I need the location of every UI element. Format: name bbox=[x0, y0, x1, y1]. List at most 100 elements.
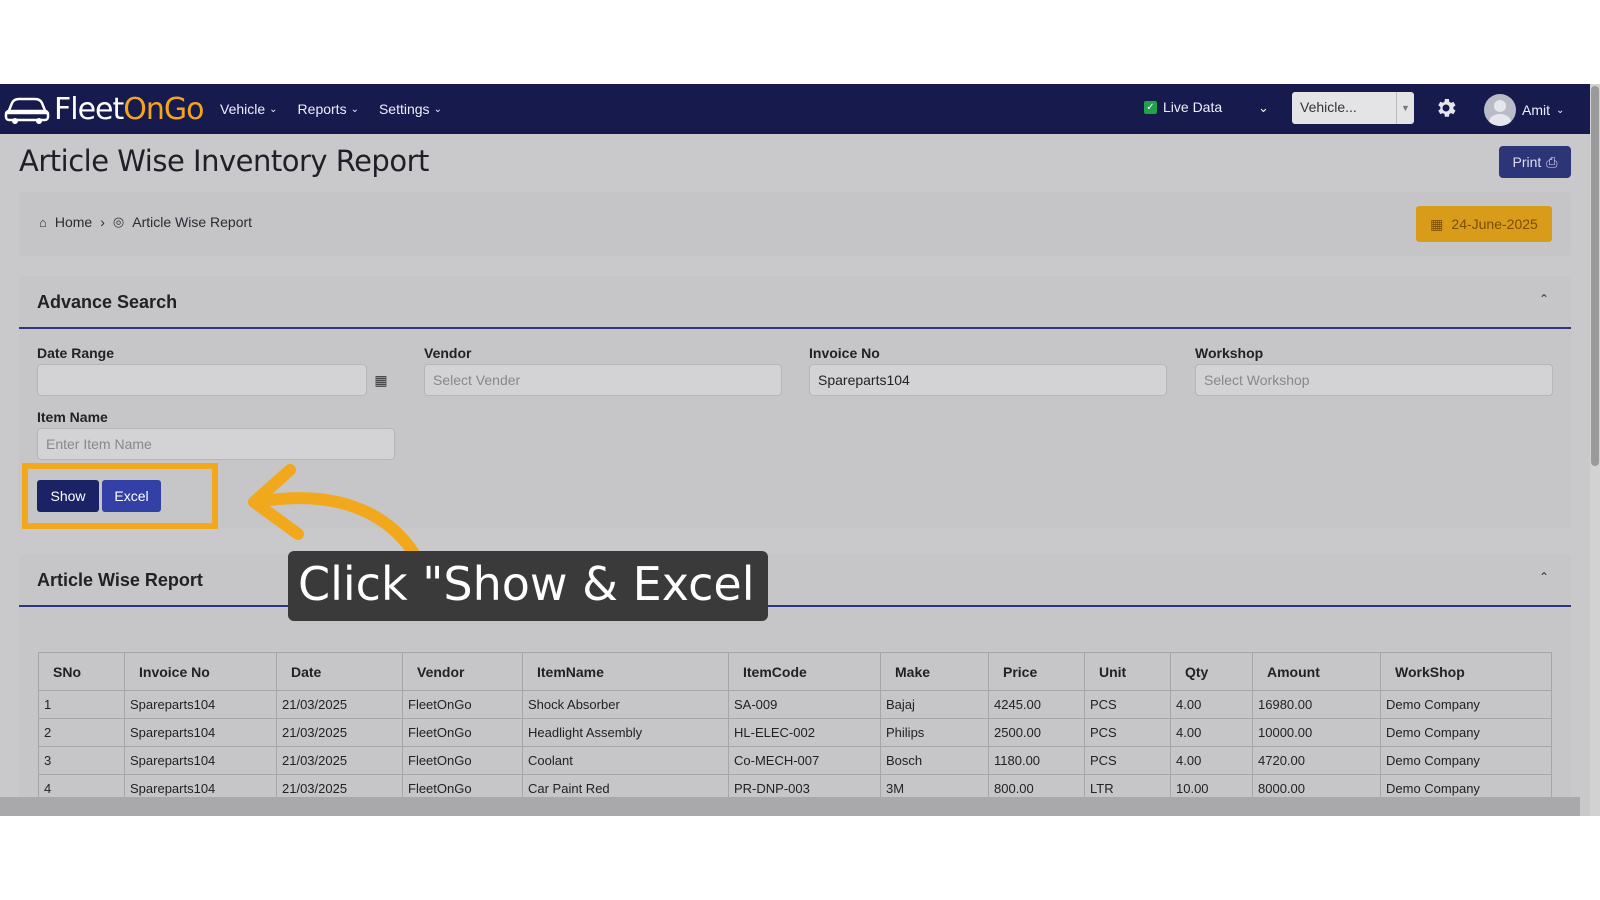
table-row[interactable]: 1 Spareparts104 21/03/2025 FleetOnGo Sho… bbox=[38, 690, 1552, 719]
table-cell: FleetOnGo bbox=[402, 718, 523, 747]
column-header[interactable]: SNo bbox=[38, 652, 125, 691]
vehicle-select[interactable]: Vehicle... ▼ bbox=[1292, 92, 1414, 124]
table-cell: 4720.00 bbox=[1252, 746, 1381, 775]
top-navbar: FleetOnGo Vehicle ⌄ Reports ⌄ Settings ⌄ ✓ … bbox=[0, 84, 1590, 134]
chevron-down-icon: ⌄ bbox=[269, 103, 278, 115]
advance-search-header[interactable]: Advance Search ⌃ bbox=[19, 276, 1571, 329]
page-title: Article Wise Inventory Report bbox=[19, 144, 429, 178]
highlight-box bbox=[22, 463, 218, 529]
column-header[interactable]: ItemCode bbox=[728, 652, 881, 691]
breadcrumb: ⌂ Home › ◎ Article Wise Report bbox=[39, 214, 252, 230]
table-cell: Coolant bbox=[522, 746, 729, 775]
table-body: 1 Spareparts104 21/03/2025 FleetOnGo Sho… bbox=[38, 690, 1552, 803]
chevron-down-icon: ⌄ bbox=[350, 103, 359, 115]
home-icon: ⌂ bbox=[39, 214, 47, 230]
menu-settings[interactable]: Settings ⌄ bbox=[379, 101, 442, 117]
user-menu[interactable]: Amit ⌄ bbox=[1484, 94, 1564, 126]
table-cell: 21/03/2025 bbox=[276, 718, 403, 747]
calendar-icon: ▦ bbox=[1430, 215, 1444, 232]
table-cell: Demo Company bbox=[1380, 690, 1552, 719]
table-cell: Philips bbox=[880, 718, 989, 747]
breadcrumb-current: Article Wise Report bbox=[132, 214, 253, 230]
select-arrow-icon: ▼ bbox=[1396, 92, 1414, 124]
table-row[interactable]: 2 Spareparts104 21/03/2025 FleetOnGo Hea… bbox=[38, 718, 1552, 747]
table-cell: PCS bbox=[1084, 690, 1171, 719]
checkbox-checked-icon[interactable]: ✓ bbox=[1144, 100, 1157, 114]
live-data-toggle[interactable]: ✓ Live Data bbox=[1144, 99, 1222, 115]
horizontal-scrollbar[interactable] bbox=[0, 797, 1580, 816]
logo-text: FleetOnGo bbox=[54, 91, 205, 127]
table-cell: 4.00 bbox=[1170, 718, 1253, 747]
app-viewport: FleetOnGo Vehicle ⌄ Reports ⌄ Settings ⌄ ✓ … bbox=[0, 84, 1590, 816]
column-header[interactable]: Invoice No bbox=[124, 652, 277, 691]
printer-icon: ⎙ bbox=[1546, 153, 1558, 170]
main-menu: Vehicle ⌄ Reports ⌄ Settings ⌄ bbox=[220, 84, 442, 134]
avatar bbox=[1484, 94, 1516, 126]
table-cell: 4245.00 bbox=[988, 690, 1085, 719]
chevron-up-icon[interactable]: ⌃ bbox=[1539, 570, 1549, 584]
gear-icon[interactable] bbox=[1434, 96, 1458, 120]
vehicle-select-value: Vehicle... bbox=[1300, 99, 1357, 115]
column-header[interactable]: Amount bbox=[1252, 652, 1381, 691]
table-cell: Spareparts104 bbox=[124, 718, 277, 747]
vertical-scrollbar[interactable] bbox=[1590, 84, 1600, 816]
chevron-down-icon: ⌄ bbox=[433, 103, 442, 115]
chevron-down-icon: ⌄ bbox=[1556, 104, 1565, 116]
invoice-input[interactable]: Spareparts104 bbox=[809, 364, 1167, 396]
column-header[interactable]: Date bbox=[276, 652, 403, 691]
table-header-row: SNo Invoice No Date Vendor ItemName Item… bbox=[38, 652, 1552, 691]
table-cell: Demo Company bbox=[1380, 718, 1552, 747]
table-cell: HL-ELEC-002 bbox=[728, 718, 881, 747]
table-cell: 3 bbox=[38, 746, 125, 775]
table-cell: Spareparts104 bbox=[124, 746, 277, 775]
menu-vehicle[interactable]: Vehicle ⌄ bbox=[220, 101, 278, 117]
menu-reports[interactable]: Reports ⌄ bbox=[298, 101, 359, 117]
report-table: SNo Invoice No Date Vendor ItemName Item… bbox=[38, 652, 1552, 803]
table-cell: PCS bbox=[1084, 718, 1171, 747]
table-row[interactable]: 3 Spareparts104 21/03/2025 FleetOnGo Coo… bbox=[38, 746, 1552, 775]
date-text: 24-June-2025 bbox=[1451, 216, 1538, 232]
column-header[interactable]: ItemName bbox=[522, 652, 729, 691]
breadcrumb-separator-icon: › bbox=[100, 214, 105, 230]
workshop-select[interactable]: Select Workshop bbox=[1195, 364, 1553, 396]
live-data-label: Live Data bbox=[1163, 99, 1223, 115]
column-header[interactable]: Qty bbox=[1170, 652, 1253, 691]
table-cell: Bajaj bbox=[880, 690, 989, 719]
chevron-up-icon[interactable]: ⌃ bbox=[1539, 292, 1549, 306]
table-cell: 4.00 bbox=[1170, 746, 1253, 775]
invoice-label: Invoice No bbox=[809, 345, 880, 361]
table-cell: FleetOnGo bbox=[402, 690, 523, 719]
column-header[interactable]: Vendor bbox=[402, 652, 523, 691]
item-name-label: Item Name bbox=[37, 409, 108, 425]
live-data-dropdown-icon[interactable]: ⌄ bbox=[1258, 100, 1269, 116]
vendor-label: Vendor bbox=[424, 345, 472, 361]
tutorial-tooltip: Click "Show & Excel bbox=[288, 551, 768, 621]
table-cell: Shock Absorber bbox=[522, 690, 729, 719]
date-badge[interactable]: ▦ 24-June-2025 bbox=[1416, 206, 1552, 242]
table-cell: 1180.00 bbox=[988, 746, 1085, 775]
column-header[interactable]: Price bbox=[988, 652, 1085, 691]
table-cell: PCS bbox=[1084, 746, 1171, 775]
table-cell: 10000.00 bbox=[1252, 718, 1381, 747]
breadcrumb-home[interactable]: Home bbox=[55, 214, 92, 230]
table-cell: Bosch bbox=[880, 746, 989, 775]
item-name-input[interactable]: Enter Item Name bbox=[37, 428, 395, 460]
table-cell: 21/03/2025 bbox=[276, 690, 403, 719]
table-cell: Demo Company bbox=[1380, 746, 1552, 775]
vendor-select[interactable]: Select Vender bbox=[424, 364, 782, 396]
workshop-label: Workshop bbox=[1195, 345, 1264, 361]
table-cell: 2500.00 bbox=[988, 718, 1085, 747]
scrollbar-thumb[interactable] bbox=[1591, 86, 1599, 466]
column-header[interactable]: Make bbox=[880, 652, 989, 691]
calendar-icon[interactable]: ▦ bbox=[367, 364, 395, 396]
column-header[interactable]: Unit bbox=[1084, 652, 1171, 691]
breadcrumb-bar: ⌂ Home › ◎ Article Wise Report ▦ 24-June… bbox=[19, 192, 1571, 256]
table-cell: FleetOnGo bbox=[402, 746, 523, 775]
print-button[interactable]: Print ⎙ bbox=[1499, 146, 1571, 178]
column-header[interactable]: WorkShop bbox=[1380, 652, 1552, 691]
table-cell: Spareparts104 bbox=[124, 690, 277, 719]
table-cell: 21/03/2025 bbox=[276, 746, 403, 775]
car-logo-icon bbox=[4, 97, 50, 124]
date-range-input[interactable] bbox=[37, 364, 367, 396]
app-logo[interactable]: FleetOnGo bbox=[4, 90, 205, 128]
